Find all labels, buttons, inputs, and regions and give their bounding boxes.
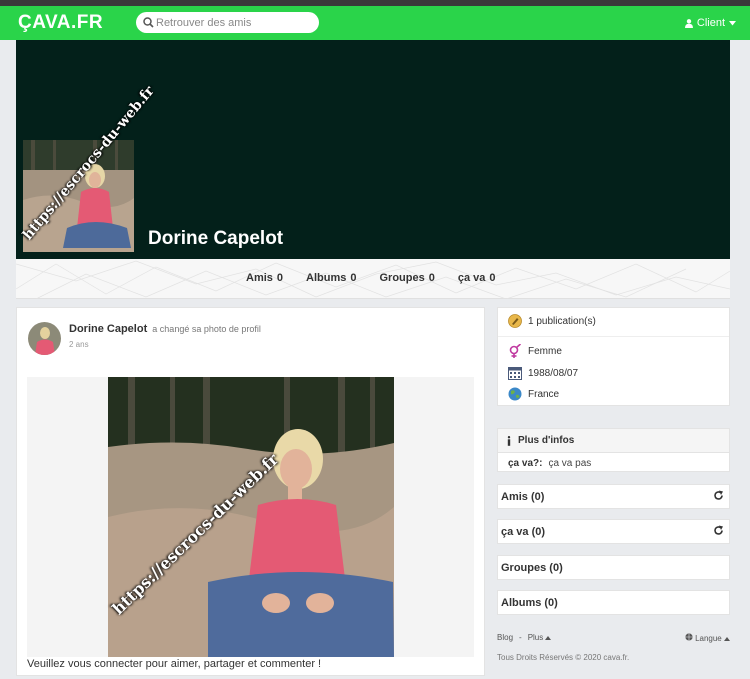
widget-groupes[interactable]: Groupes (0)	[497, 555, 730, 580]
profile-info-box: 1 publication(s) Femme 1988/08/07 France	[497, 307, 730, 406]
client-menu[interactable]: Client	[684, 17, 736, 29]
profile-photo-image	[23, 140, 134, 252]
footer-plus-link[interactable]: Plus	[528, 633, 552, 642]
caret-up-icon	[724, 637, 730, 641]
more-info-row: ça va?: ça va pas	[508, 458, 592, 469]
language-selector[interactable]: Langue	[685, 633, 730, 643]
client-label: Client	[696, 17, 725, 29]
publication-icon	[508, 314, 522, 328]
globe-icon	[685, 633, 693, 641]
tab-list: Amis 0 Albums 0 Groupes 0 ça va 0	[246, 272, 519, 284]
info-divider	[498, 336, 729, 337]
tab-albums[interactable]: Albums 0	[306, 272, 356, 284]
post-photo-area: https://escrocs-du-web.fr	[27, 377, 474, 657]
avatar-image	[28, 322, 61, 355]
site-logo[interactable]: ÇAVA.FR	[18, 12, 103, 34]
more-info-title: Plus d'infos	[518, 435, 575, 446]
calendar-icon	[508, 367, 522, 380]
info-icon	[507, 436, 511, 446]
widget-cava[interactable]: ça va (0)	[497, 519, 730, 544]
publications-row: 1 publication(s)	[508, 314, 596, 328]
widget-albums[interactable]: Albums (0)	[497, 590, 730, 615]
widget-amis[interactable]: Amis (0)	[497, 484, 730, 509]
post-avatar[interactable]	[28, 322, 61, 355]
birthdate-row: 1988/08/07	[508, 366, 578, 380]
post-card: Dorine Capelot a changé sa photo de prof…	[16, 307, 485, 676]
post-header: Dorine Capelot a changé sa photo de prof…	[69, 323, 261, 335]
refresh-icon[interactable]	[713, 525, 724, 536]
footer-blog-link[interactable]: Blog	[497, 633, 513, 642]
user-icon	[684, 18, 693, 28]
profile-name: Dorine Capelot	[148, 228, 284, 249]
post-timestamp: 2 ans	[69, 340, 89, 349]
more-info-box: Plus d'infos ça va?: ça va pas	[497, 428, 730, 472]
search-input[interactable]	[156, 14, 311, 31]
search-icon	[143, 17, 154, 28]
country-row: France	[508, 387, 559, 401]
refresh-icon[interactable]	[713, 490, 724, 501]
copyright: Tous Droits Réservés © 2020 cava.fr.	[497, 653, 630, 662]
caret-down-icon	[729, 20, 736, 25]
tab-groupes[interactable]: Groupes 0	[380, 272, 435, 284]
gender-row: Femme	[508, 344, 562, 358]
post-author[interactable]: Dorine Capelot	[69, 323, 147, 335]
more-info-header: Plus d'infos	[498, 429, 729, 453]
tab-cava[interactable]: ça va 0	[458, 272, 496, 284]
profile-picture[interactable]	[23, 140, 134, 252]
post-photo-image	[108, 377, 394, 657]
post-action: a changé sa photo de profil	[152, 324, 261, 334]
navbar: ÇAVA.FR Client	[0, 6, 750, 40]
footer: Blog - Plus Langue Tous Droits Réservés …	[497, 633, 730, 662]
login-prompt: Veuillez vous connecter pour aimer, part…	[27, 658, 322, 670]
gender-icon	[509, 344, 522, 358]
search-box[interactable]	[136, 12, 319, 33]
caret-up-icon	[545, 636, 552, 640]
profile-tabs: Amis 0 Albums 0 Groupes 0 ça va 0	[16, 259, 730, 299]
post-photo[interactable]	[108, 377, 394, 657]
tab-amis[interactable]: Amis 0	[246, 272, 283, 284]
globe-icon	[508, 387, 522, 401]
cover-banner: https://escrocs-du-web.fr Dorine Capelot	[16, 40, 730, 259]
footer-separator: -	[519, 633, 522, 642]
